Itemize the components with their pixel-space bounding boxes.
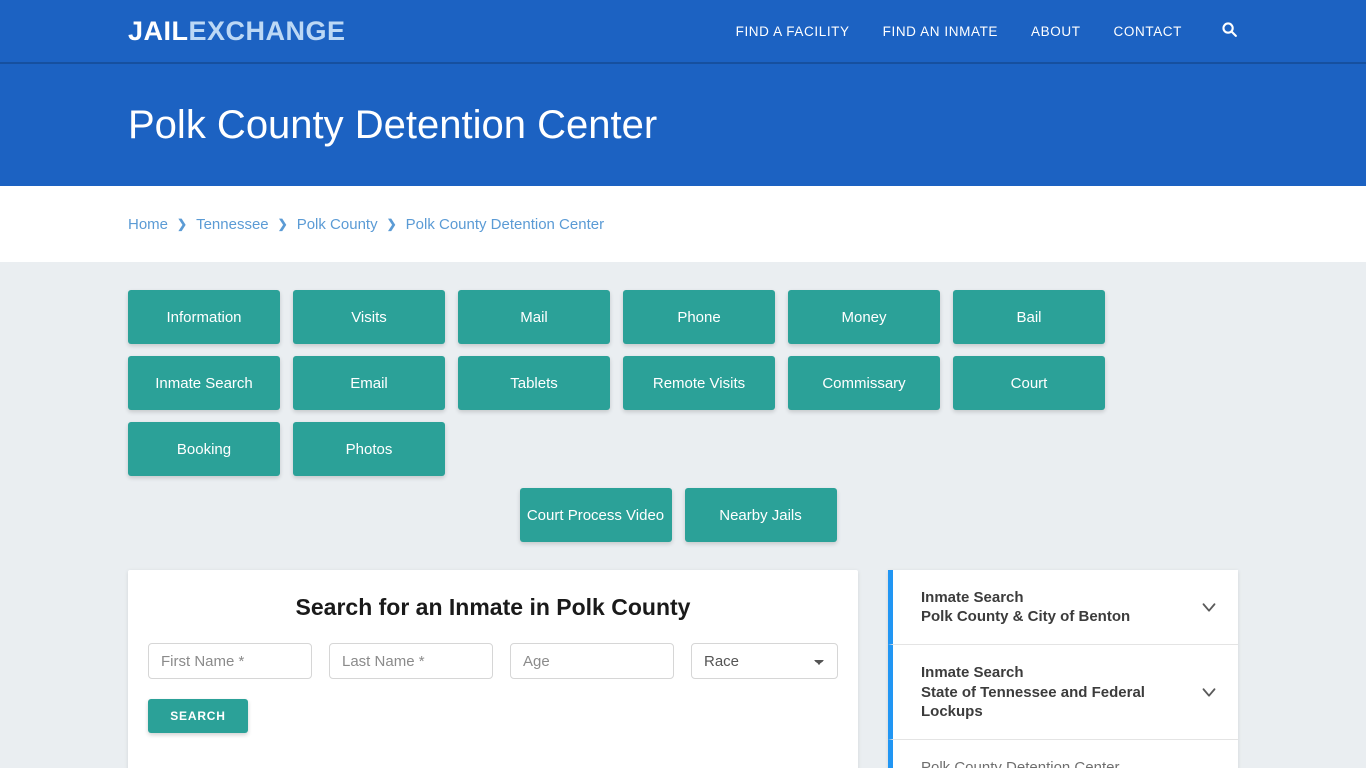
- breadcrumb-item-tennessee[interactable]: Tennessee: [196, 216, 269, 233]
- facility-button-remote-visits[interactable]: Remote Visits: [623, 356, 775, 410]
- main-column: Search for an Inmate in Polk County Race…: [128, 570, 858, 768]
- facility-button-grid: Information Visits Mail Phone Money Bail…: [128, 290, 1228, 542]
- inmate-search-title: Search for an Inmate in Polk County: [295, 594, 691, 620]
- facility-button-commissary[interactable]: Commissary: [788, 356, 940, 410]
- facility-button-photos[interactable]: Photos: [293, 422, 445, 476]
- breadcrumb-item-home[interactable]: Home: [128, 216, 168, 233]
- facility-button-court-process-video[interactable]: Court Process Video: [519, 488, 672, 542]
- search-icon: [1221, 21, 1238, 41]
- nav-item-find-an-inmate[interactable]: FIND AN INMATE: [883, 24, 998, 39]
- hero-banner: Polk County Detention Center: [0, 64, 1366, 186]
- page-title: Polk County Detention Center: [128, 103, 658, 147]
- first-name-input[interactable]: [148, 643, 312, 679]
- last-name-input[interactable]: [329, 643, 493, 679]
- site-logo[interactable]: JAILEXCHANGE: [128, 15, 346, 46]
- inmate-search-card: Search for an Inmate in Polk County Race…: [128, 570, 858, 768]
- accordion-item-inmate-search-state[interactable]: Inmate Search State of Tennessee and Fed…: [888, 645, 1238, 740]
- facility-button-booking[interactable]: Booking: [128, 422, 280, 476]
- inmate-search-fields: Race: [148, 643, 838, 679]
- header-search-button[interactable]: [1221, 21, 1238, 41]
- page-content: Information Visits Mail Phone Money Bail…: [0, 262, 1366, 768]
- facility-button-tablets[interactable]: Tablets: [458, 356, 610, 410]
- accordion-item-line1: Polk County Detention Center: [921, 758, 1120, 768]
- inmate-search-submit-button[interactable]: SEARCH: [148, 699, 248, 733]
- content-columns: Search for an Inmate in Polk County Race…: [128, 570, 1238, 768]
- chevron-down-icon: [1198, 681, 1220, 703]
- facility-button-mail[interactable]: Mail: [458, 290, 610, 344]
- logo-text-secondary: EXCHANGE: [188, 15, 346, 46]
- accordion-item-inmate-search-county[interactable]: Inmate Search Polk County & City of Bent…: [888, 570, 1238, 646]
- nav-item-contact[interactable]: CONTACT: [1114, 24, 1182, 39]
- breadcrumb-item-current[interactable]: Polk County Detention Center: [406, 216, 604, 233]
- nav-item-find-a-facility[interactable]: FIND A FACILITY: [736, 24, 850, 39]
- nav-item-about[interactable]: ABOUT: [1031, 24, 1081, 39]
- facility-button-visits[interactable]: Visits: [293, 290, 445, 344]
- chevron-right-icon: ❯: [386, 217, 397, 231]
- main-navigation: FIND A FACILITY FIND AN INMATE ABOUT CON…: [736, 21, 1238, 41]
- accordion-item-text: Polk County Detention Center Contact Inf…: [921, 758, 1188, 768]
- accordion-item-line1: Inmate Search: [921, 589, 1024, 606]
- logo-text-primary: JAIL: [128, 15, 189, 46]
- accordion-item-text: Inmate Search State of Tennessee and Fed…: [921, 663, 1188, 721]
- accordion-item-line2: State of Tennessee and Federal Lockups: [921, 683, 1145, 720]
- facility-button-information[interactable]: Information: [128, 290, 280, 344]
- site-header: JAILEXCHANGE FIND A FACILITY FIND AN INM…: [0, 0, 1366, 64]
- accordion-item-contact-information[interactable]: Polk County Detention Center Contact Inf…: [888, 739, 1238, 768]
- breadcrumb-item-polk-county[interactable]: Polk County: [297, 216, 378, 233]
- facility-button-email[interactable]: Email: [293, 356, 445, 410]
- accordion-item-line2: Polk County & City of Benton: [921, 608, 1131, 626]
- facility-button-row-3: Court Process Video Nearby Jails: [128, 488, 1228, 542]
- sidebar-accordion: Inmate Search Polk County & City of Bent…: [888, 570, 1238, 768]
- facility-button-inmate-search[interactable]: Inmate Search: [128, 356, 280, 410]
- chevron-down-icon: [1198, 596, 1220, 618]
- facility-button-court[interactable]: Court: [953, 356, 1105, 410]
- breadcrumb-bar: Home ❯ Tennessee ❯ Polk County ❯ Polk Co…: [0, 186, 1366, 262]
- sidebar: Inmate Search Polk County & City of Bent…: [888, 570, 1238, 768]
- accordion-item-text: Inmate Search Polk County & City of Bent…: [921, 588, 1188, 626]
- facility-button-money[interactable]: Money: [788, 290, 940, 344]
- race-select[interactable]: Race: [691, 643, 838, 679]
- breadcrumb: Home ❯ Tennessee ❯ Polk County ❯ Polk Co…: [128, 216, 604, 233]
- facility-button-phone[interactable]: Phone: [623, 290, 775, 344]
- accordion-item-line1: Inmate Search: [921, 664, 1024, 682]
- facility-button-nearby-jails[interactable]: Nearby Jails: [684, 488, 837, 542]
- chevron-right-icon: ❯: [177, 217, 188, 231]
- facility-button-bail[interactable]: Bail: [953, 290, 1105, 344]
- age-input[interactable]: [510, 643, 674, 679]
- chevron-right-icon: ❯: [277, 217, 288, 231]
